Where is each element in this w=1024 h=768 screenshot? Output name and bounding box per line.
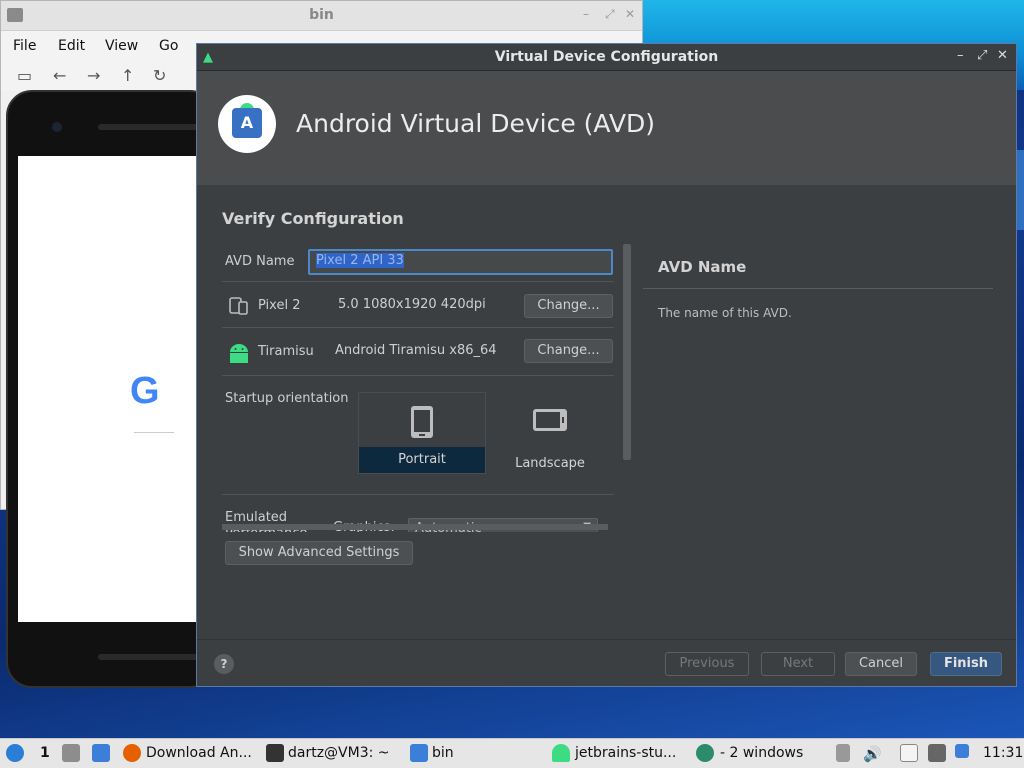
help-text: The name of this AVD. [658, 306, 792, 320]
help-separator [643, 288, 993, 289]
desktop-wallpaper-edge [1016, 150, 1024, 230]
reload-icon[interactable]: ↻ [153, 66, 166, 85]
change-device-button[interactable]: Change... [524, 294, 613, 318]
footer-separator [197, 639, 1016, 640]
menu-go[interactable]: Go [159, 38, 178, 54]
clipboard-icon[interactable] [900, 744, 918, 762]
form-vertical-scrollbar[interactable] [623, 244, 631, 460]
notification-icon[interactable] [955, 744, 969, 758]
dialog-header: A Android Virtual Device (AVD) [197, 71, 1016, 185]
help-title: AVD Name [658, 258, 747, 276]
change-system-image-button[interactable]: Change... [524, 339, 613, 363]
terminal-icon [266, 744, 284, 762]
dialog-title: Virtual Device Configuration [494, 49, 719, 65]
system-image-spec: Android Tiramisu x86_64 [335, 343, 497, 358]
phone-bottom-bar [98, 654, 208, 660]
header-title: Android Virtual Device (AVD) [296, 109, 656, 138]
row-separator [222, 281, 614, 282]
firefox-icon [123, 744, 141, 762]
android-robot-icon [230, 344, 248, 363]
system-image-name: Tiramisu [258, 344, 314, 359]
menu-file[interactable]: File [13, 38, 36, 54]
taskbar-item-windows[interactable]: - 2 windows [720, 745, 803, 761]
file-manager-titlebar[interactable]: bin – ⤢ ✕ [1, 1, 642, 31]
landscape-phone-icon [533, 409, 567, 431]
landscape-label: Landscape [515, 456, 585, 471]
orientation-landscape-option[interactable]: Landscape [486, 392, 614, 474]
forward-icon[interactable]: → [87, 66, 100, 85]
config-form: AVD Name Pixel 2 API 33 Pixel 2 5.0 1080… [222, 244, 632, 532]
taskbar-item-download[interactable]: Download An... [146, 745, 252, 761]
android-studio-icon [696, 744, 714, 762]
help-question-icon[interactable]: ? [214, 654, 234, 674]
finish-button[interactable]: Finish [930, 652, 1002, 676]
start-menu-icon[interactable] [6, 744, 24, 762]
search-underline [134, 432, 174, 433]
minimize-icon[interactable]: – [957, 48, 964, 63]
up-icon[interactable]: ↑ [121, 66, 134, 85]
dialog-titlebar[interactable]: ▲ Virtual Device Configuration – ⤢ ✕ [197, 44, 1016, 71]
next-button[interactable]: Next [761, 652, 835, 676]
taskbar: 1 Download An... dartz@VM3: ~ bin jetbra… [0, 738, 1024, 768]
avd-name-label: AVD Name [225, 254, 295, 269]
emulator-phone[interactable]: G [6, 90, 218, 688]
workspace-indicator[interactable]: 1 [40, 745, 50, 761]
taskbar-item-terminal[interactable]: dartz@VM3: ~ [288, 745, 390, 761]
taskbar-item-bin[interactable]: bin [432, 745, 454, 761]
back-icon[interactable]: ← [53, 66, 66, 85]
menu-edit[interactable]: Edit [58, 38, 85, 54]
device-phone-icon [229, 297, 248, 315]
close-icon[interactable]: ✕ [997, 48, 1008, 63]
section-title: Verify Configuration [222, 209, 404, 228]
phone-camera [52, 122, 62, 132]
close-icon[interactable]: ✕ [625, 7, 635, 21]
battery-icon[interactable] [836, 744, 850, 762]
orientation-portrait-option[interactable]: Portrait [358, 392, 486, 474]
phone-screen[interactable]: G [18, 156, 218, 622]
taskbar-item-jetbrains[interactable]: jetbrains-stu... [575, 745, 676, 761]
portrait-phone-icon [411, 406, 433, 438]
device-name: Pixel 2 [258, 298, 301, 313]
folder-icon [410, 744, 428, 762]
previous-button[interactable]: Previous [665, 652, 749, 676]
clock[interactable]: 11:31 [983, 745, 1023, 761]
device-spec: 5.0 1080x1920 420dpi [338, 297, 486, 312]
android-icon [552, 744, 570, 762]
google-logo-icon: G [130, 370, 160, 412]
maximize-icon[interactable]: ⤢ [605, 7, 615, 22]
show-advanced-settings-button[interactable]: Show Advanced Settings [225, 541, 413, 565]
cancel-button[interactable]: Cancel [845, 652, 917, 676]
volume-icon[interactable]: 🔊 [863, 745, 882, 763]
avd-name-input[interactable]: Pixel 2 API 33 [308, 249, 613, 275]
menu-view[interactable]: View [105, 38, 138, 54]
phone-speaker [98, 124, 208, 130]
show-desktop-icon[interactable] [92, 744, 110, 762]
network-icon[interactable] [928, 744, 946, 762]
portrait-label: Portrait [398, 452, 446, 467]
row-separator [222, 375, 614, 376]
file-manager-launcher-icon[interactable] [62, 744, 80, 762]
android-studio-logo-icon: A [218, 95, 276, 153]
row-separator [222, 327, 614, 328]
startup-orientation-label: Startup orientation [225, 391, 349, 406]
row-separator [222, 494, 614, 495]
avd-name-value: Pixel 2 API 33 [316, 253, 404, 268]
new-tab-icon[interactable]: ▭ [17, 66, 32, 85]
virtual-device-configuration-dialog[interactable]: ▲ Virtual Device Configuration – ⤢ ✕ A A… [196, 43, 1017, 687]
file-manager-title: bin [309, 7, 334, 23]
minimize-icon[interactable]: – [583, 7, 589, 21]
maximize-icon[interactable]: ⤢ [977, 48, 987, 63]
form-horizontal-scrollbar[interactable] [222, 524, 608, 530]
